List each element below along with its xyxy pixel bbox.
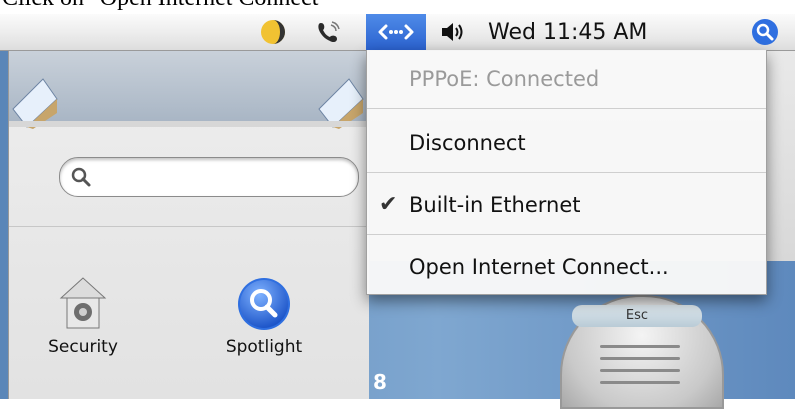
- menu-item-pppoe-status: PPPoE: Connected: [367, 54, 766, 104]
- window-toolbar: [9, 121, 369, 127]
- menu-separator: [367, 234, 766, 235]
- preference-icon-right: [318, 78, 364, 129]
- keyboard-line: [600, 381, 680, 384]
- keyboard-line: [600, 369, 680, 372]
- pref-security[interactable]: Security: [43, 276, 123, 357]
- window-divider: [9, 226, 369, 227]
- pref-spotlight-label: Spotlight: [225, 337, 303, 357]
- menu-spotlight[interactable]: [745, 14, 785, 50]
- menu-item-disconnect[interactable]: Disconnect: [367, 118, 766, 168]
- speaker-icon: [442, 23, 463, 41]
- magnifier-icon: [71, 167, 91, 187]
- menu-bar: Wed 11:45 AM: [0, 14, 795, 51]
- instruction-caption: Click on "Open Internet Connect": [2, 0, 328, 12]
- preference-icon-left: [12, 78, 58, 129]
- menu-extra-ppp-status[interactable]: [366, 14, 426, 50]
- ppp-dropdown-menu: PPPoE: Connected Disconnect ✔ Built-in E…: [366, 50, 767, 295]
- desktop-number-label: 8: [373, 370, 387, 394]
- menu-item-label: Open Internet Connect...: [409, 255, 669, 279]
- keyboard-viewer-widget: Esc: [560, 295, 724, 409]
- keyboard-line: [600, 357, 680, 360]
- menu-item-label: PPPoE: Connected: [409, 67, 600, 91]
- menu-extra-phone[interactable]: [310, 14, 346, 50]
- menu-extra-volume[interactable]: [435, 14, 471, 50]
- menu-item-open-internet-connect[interactable]: Open Internet Connect...: [367, 242, 766, 292]
- pref-spotlight[interactable]: Spotlight: [209, 276, 319, 357]
- spotlight-icon: [238, 278, 290, 330]
- esc-key[interactable]: Esc: [572, 305, 702, 327]
- window-top-area: [9, 51, 369, 129]
- phone-icon: [318, 21, 340, 43]
- security-house-icon: [59, 277, 107, 329]
- pref-security-label: Security: [48, 337, 118, 357]
- checkmark-icon: ✔: [379, 192, 398, 217]
- spotlight-menu-icon: [752, 19, 778, 45]
- menu-separator: [367, 172, 766, 173]
- menu-item-label: Disconnect: [409, 131, 526, 155]
- menu-item-label: Built-in Ethernet: [409, 193, 581, 217]
- system-preferences-window: Security Spotlight: [8, 51, 369, 399]
- yellow-circle-icon: [261, 20, 285, 44]
- search-field[interactable]: [59, 157, 359, 197]
- menu-clock[interactable]: Wed 11:45 AM: [488, 14, 647, 50]
- keyboard-line: [600, 345, 680, 348]
- ppp-connection-icon: [378, 24, 414, 40]
- menu-extra-logo[interactable]: [255, 14, 291, 50]
- menu-separator: [367, 108, 766, 109]
- menu-item-built-in-ethernet[interactable]: ✔ Built-in Ethernet: [367, 180, 766, 230]
